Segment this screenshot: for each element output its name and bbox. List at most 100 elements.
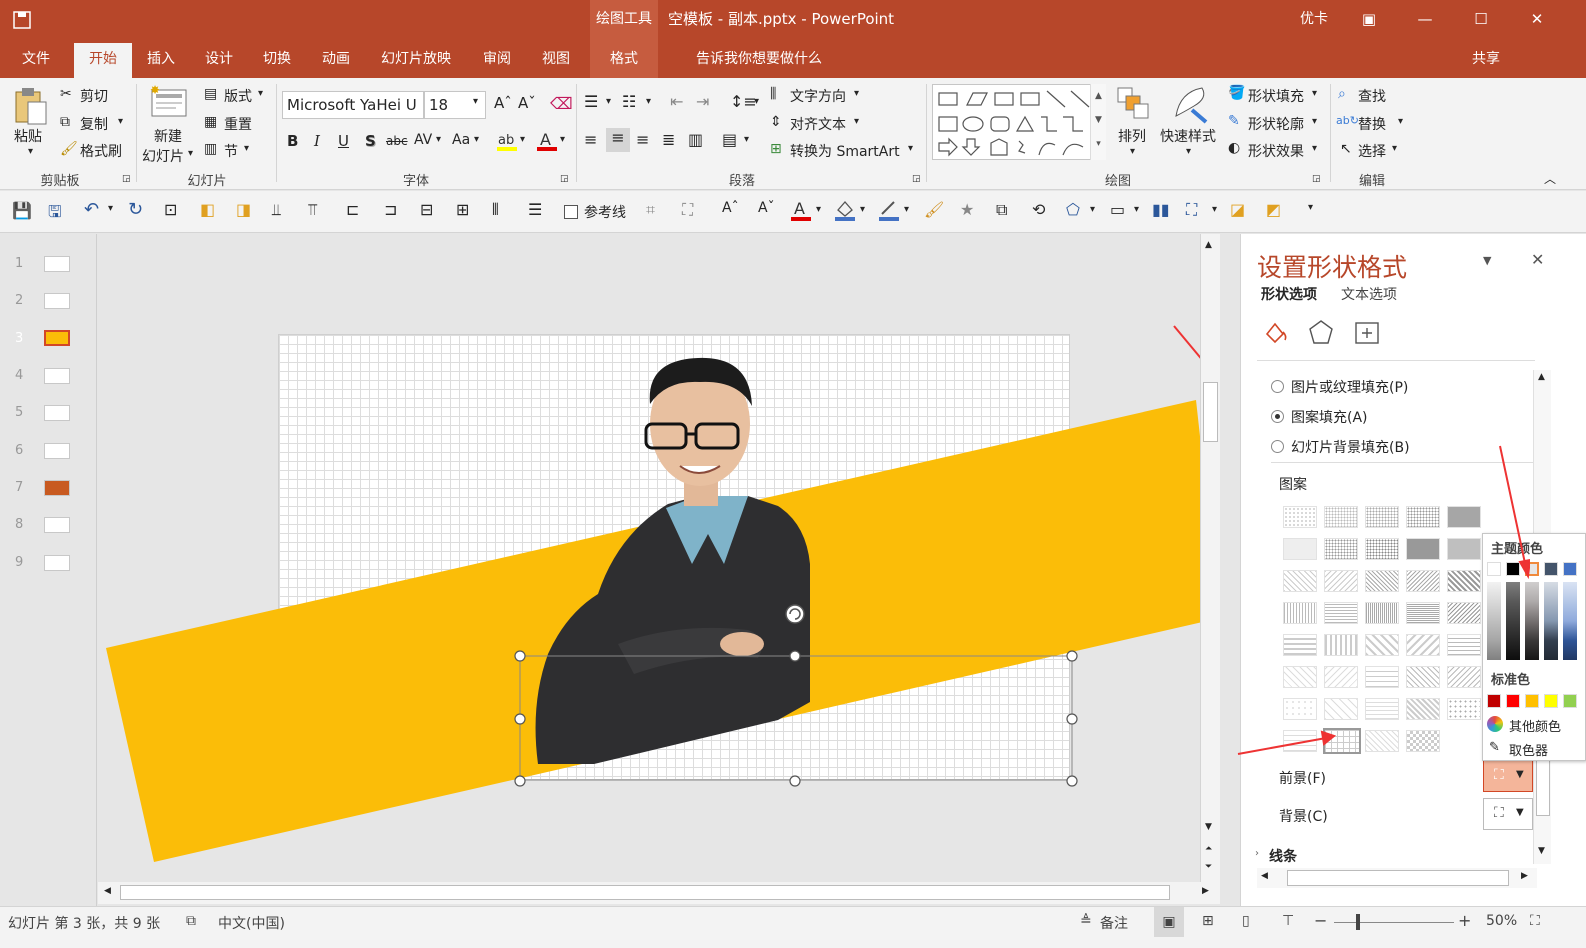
italic-button[interactable]: I [314, 132, 320, 150]
align-top-icon[interactable]: ⫪ [308, 200, 317, 220]
shrink-font-icon[interactable]: Aˇ [518, 94, 536, 112]
grow-font-icon[interactable]: Aˆ [494, 94, 512, 112]
resize-handle[interactable] [789, 650, 801, 662]
new-slide-label-1[interactable]: 新建 [154, 126, 182, 146]
section-dropdown-icon[interactable]: ▾ [244, 143, 249, 154]
foreground-color-button[interactable]: ⛶ ▼ [1483, 760, 1533, 792]
group-icon[interactable]: ◪ [1230, 200, 1245, 219]
scroll-down-icon[interactable]: ▼ [1205, 822, 1212, 832]
align-text-dropdown-icon[interactable]: ▾ [854, 116, 859, 127]
line-spacing-dropdown-icon[interactable]: ▾ [754, 96, 759, 107]
notes-button[interactable]: 备注 [1100, 913, 1128, 933]
resize-handle[interactable] [514, 713, 526, 725]
save-icon[interactable]: 💾 [12, 201, 32, 220]
scroll-up-icon[interactable]: ▲ [1205, 240, 1212, 250]
crop-shape-icon[interactable]: ⛶ [1186, 200, 1197, 220]
ungroup-icon[interactable]: ◩ [1266, 200, 1281, 219]
paragraph-launcher-icon[interactable]: ◲ [912, 174, 921, 184]
collapse-ribbon-icon[interactable]: ︿ [1544, 170, 1556, 187]
replace-dropdown-icon[interactable]: ▾ [1398, 116, 1403, 127]
shape-front-icon[interactable]: ◧ [200, 200, 215, 219]
format-painter-qat-icon[interactable]: 🖌 [924, 200, 944, 219]
slide-thumbnail[interactable] [44, 517, 70, 533]
increase-font-icon[interactable]: Aˆ [722, 200, 739, 216]
star-icon[interactable]: ★ [960, 200, 974, 219]
shapes-qat-dropdown-icon[interactable]: ▾ [1090, 204, 1095, 215]
reset-button[interactable]: 重置 [224, 114, 252, 134]
line-section-header[interactable]: 线条 [1269, 846, 1297, 866]
arrange-dropdown-icon[interactable]: ▾ [1130, 146, 1135, 157]
tab-shape-options[interactable]: 形状选项 [1261, 284, 1317, 304]
quick-styles-button[interactable]: 快速样式 [1160, 126, 1216, 146]
decrease-font-icon[interactable]: Aˇ [758, 200, 775, 216]
font-color-qat-icon[interactable]: A [790, 198, 812, 222]
slide-thumbnail[interactable] [44, 555, 70, 571]
slide-thumbnail[interactable] [44, 293, 70, 309]
fill-qat-icon[interactable] [834, 198, 856, 222]
next-slide-icon[interactable]: ⏷ [1205, 862, 1212, 872]
tab-view[interactable]: 视图 [528, 40, 584, 78]
language-indicator[interactable]: 中文(中国) [218, 913, 285, 933]
pane-hscroll-thumb[interactable] [1287, 870, 1509, 886]
decrease-indent-icon[interactable]: ⇤ [670, 92, 683, 111]
fill-qat-dropdown-icon[interactable]: ▾ [860, 204, 865, 215]
pattern-fill-label[interactable]: 图案填充(A) [1291, 407, 1368, 427]
slide-editing-canvas[interactable]: ▲ ▼ ⏶ ⏷ [98, 234, 1220, 882]
normal-view-icon[interactable]: ▣ [1154, 907, 1184, 937]
tab-format[interactable]: 格式 [590, 40, 658, 78]
color-swatch[interactable] [1544, 694, 1558, 708]
reading-view-icon[interactable]: ▯ [1242, 913, 1250, 929]
shade-column[interactable] [1544, 582, 1558, 660]
tab-text-options[interactable]: 文本选项 [1341, 284, 1397, 304]
guides-label[interactable]: 参考线 [584, 202, 626, 222]
section-button[interactable]: 节 [224, 141, 238, 161]
tell-me-search[interactable]: 告诉我你想要做什么 [696, 40, 822, 78]
pane-hscroll[interactable]: ◀ ▶ [1257, 868, 1537, 888]
char-spacing-dropdown-icon[interactable]: ▾ [436, 134, 441, 145]
resize-handle[interactable] [1066, 775, 1078, 787]
fill-line-icon[interactable] [1261, 318, 1291, 346]
shapes-qat-icon[interactable]: ⬠ [1066, 200, 1080, 219]
distributed-icon[interactable]: ▥ [688, 130, 703, 149]
paste-icon[interactable] [12, 86, 48, 126]
fit-slide-icon[interactable]: ⛶ [1530, 913, 1540, 929]
tab-file[interactable]: 文件 [8, 40, 64, 78]
new-slide-dropdown-icon[interactable]: ▾ [188, 148, 193, 159]
customize-qat-icon[interactable]: ▾ [1308, 202, 1313, 213]
quick-styles-dropdown-icon[interactable]: ▾ [1186, 146, 1191, 157]
animation-icon[interactable]: ⟲ [1032, 200, 1045, 219]
zoom-slider-thumb[interactable] [1356, 914, 1360, 930]
new-slide-icon[interactable]: ✸ [150, 84, 190, 120]
undo-dropdown-icon[interactable]: ▾ [108, 203, 113, 214]
color-swatch[interactable] [1563, 694, 1577, 708]
replace-button[interactable]: 替换 [1358, 114, 1386, 134]
select-button[interactable]: 选择 [1358, 141, 1386, 161]
pane-scroll-left-icon[interactable]: ◀ [1261, 871, 1268, 881]
expand-chevron-icon[interactable]: › [1255, 848, 1259, 859]
arrange-icon[interactable] [1116, 86, 1150, 120]
change-case-button[interactable]: Aa [452, 132, 470, 148]
horizontal-scroll-thumb[interactable] [120, 885, 1170, 900]
distribute-horizontal-icon[interactable]: ⫴ [492, 200, 499, 220]
shape-fill-button[interactable]: 形状填充 [1248, 86, 1304, 106]
align-middle-icon[interactable]: ⊟ [420, 200, 433, 219]
slideshow-view-icon[interactable]: ⊤ [1282, 913, 1294, 929]
align-right-objects-icon[interactable]: ⊐ [384, 200, 397, 219]
vertical-scroll-thumb[interactable] [1203, 382, 1218, 442]
user-name[interactable]: 优卡 [1300, 0, 1328, 38]
prev-slide-icon[interactable]: ⏶ [1205, 844, 1212, 854]
resize-handle[interactable] [1066, 650, 1078, 662]
picture-fill-label[interactable]: 图片或纹理填充(P) [1291, 377, 1408, 397]
shape-effects-button[interactable]: 形状效果 [1248, 141, 1304, 161]
paste-dropdown-icon[interactable]: ▾ [28, 146, 33, 157]
scroll-left-icon[interactable]: ◀ [104, 886, 111, 896]
share-button[interactable]: 共享 [1472, 40, 1500, 78]
shape-outline-button[interactable]: 形状轮廓 [1248, 114, 1304, 134]
shadow-button[interactable]: S [365, 132, 376, 150]
resize-handle[interactable] [514, 775, 526, 787]
paste-button[interactable]: 粘贴 [14, 126, 42, 146]
undo-icon[interactable]: ↶ [84, 199, 99, 220]
shape-fill-dropdown-icon[interactable]: ▾ [1312, 88, 1317, 99]
shape-effects-dropdown-icon[interactable]: ▾ [1312, 143, 1317, 154]
drawing-launcher-icon[interactable]: ◲ [1312, 174, 1321, 184]
